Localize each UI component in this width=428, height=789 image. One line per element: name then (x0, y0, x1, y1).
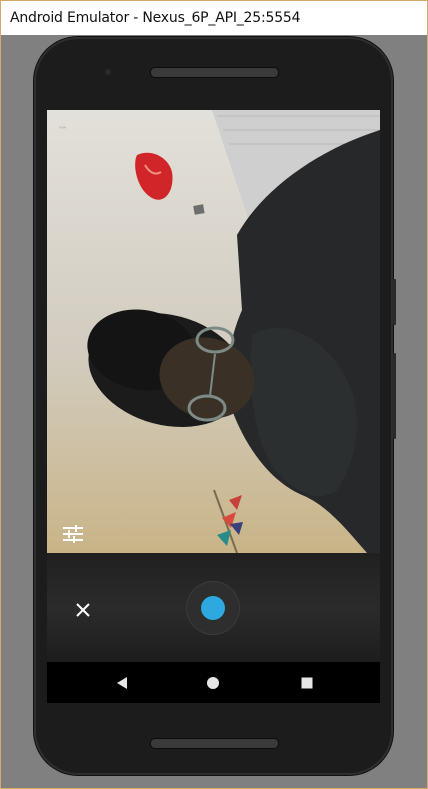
hud-indicator-text: ••• (59, 125, 67, 132)
window-titlebar[interactable]: Android Emulator - Nexus_6P_API_25:5554 (1, 1, 427, 35)
emulator-window: Android Emulator - Nexus_6P_API_25:5554 (0, 0, 428, 789)
device-screen[interactable]: ••• (47, 110, 380, 703)
nav-home-button[interactable] (200, 670, 226, 696)
nav-back-button[interactable] (109, 670, 135, 696)
recents-square-icon (301, 677, 313, 689)
close-camera-button[interactable] (65, 592, 101, 628)
close-icon (76, 603, 90, 617)
volume-button[interactable] (393, 353, 396, 439)
window-title: Android Emulator - Nexus_6P_API_25:5554 (10, 10, 301, 26)
shutter-button[interactable] (186, 581, 240, 635)
front-camera-lens (105, 69, 111, 75)
sliders-icon (63, 525, 83, 543)
camera-viewfinder[interactable]: ••• (47, 110, 380, 553)
camera-settings-button[interactable] (57, 520, 89, 548)
shutter-button-core (201, 596, 225, 620)
power-button[interactable] (393, 279, 396, 325)
camera-preview-image: ••• (47, 110, 380, 553)
bottom-speaker-grille (150, 738, 279, 749)
top-speaker-grille (150, 67, 279, 78)
nav-recents-button[interactable] (294, 670, 320, 696)
back-triangle-icon (117, 677, 127, 689)
home-circle-icon (207, 677, 219, 689)
